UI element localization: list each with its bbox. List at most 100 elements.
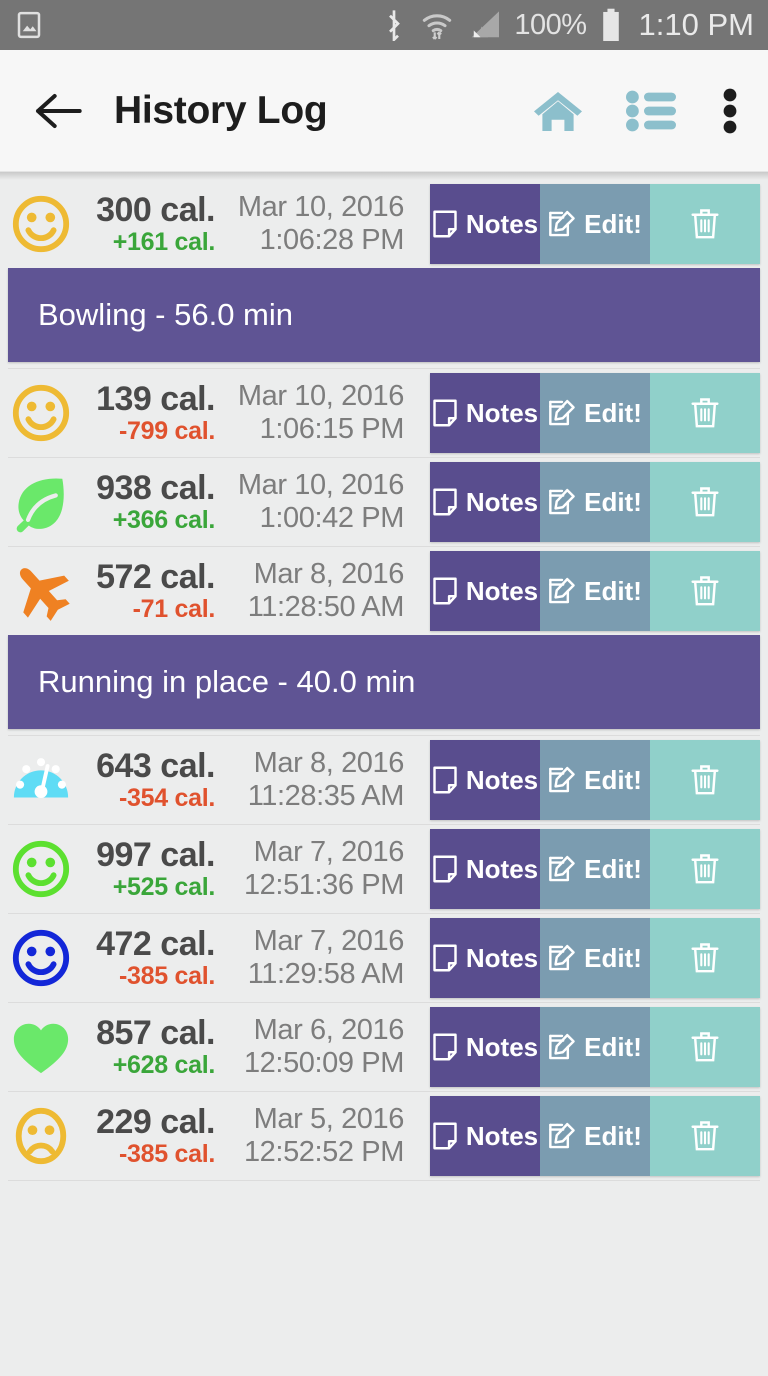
calorie-delta: -385 cal.	[119, 961, 215, 990]
calorie-total: 938 cal.	[96, 468, 215, 507]
entry-actions: Notes Edit!	[430, 829, 760, 909]
activity-banner-wrap: Running in place - 40.0 min	[0, 635, 768, 735]
smiley-face-icon	[10, 838, 72, 900]
edit-button[interactable]: Edit!	[540, 462, 650, 542]
history-entry[interactable]: 139 cal. -799 cal. Mar 10, 2016 1:06:15 …	[0, 369, 768, 458]
note-icon	[432, 855, 458, 883]
delete-button[interactable]	[650, 462, 760, 542]
calorie-delta: -71 cal.	[132, 594, 216, 623]
entry-row[interactable]: 857 cal. +628 cal. Mar 6, 2016 12:50:09 …	[0, 1003, 768, 1091]
edit-button[interactable]: Edit!	[540, 551, 650, 631]
datetime-cell: Mar 8, 2016 11:28:35 AM	[217, 747, 430, 812]
edit-button[interactable]: Edit!	[540, 918, 650, 998]
notes-button[interactable]: Notes	[430, 184, 540, 264]
trash-icon	[691, 853, 719, 885]
notes-button-label: Notes	[465, 853, 539, 884]
calorie-cell: 997 cal. +525 cal.	[82, 838, 217, 900]
entry-row[interactable]: 139 cal. -799 cal. Mar 10, 2016 1:06:15 …	[0, 369, 768, 457]
entry-date: Mar 10, 2016	[237, 191, 404, 224]
entry-row[interactable]: 300 cal. +161 cal. Mar 10, 2016 1:06:28 …	[0, 180, 768, 268]
smiley-face-icon	[10, 927, 72, 989]
delete-button[interactable]	[650, 373, 760, 453]
entry-row[interactable]: 643 cal. -354 cal. Mar 8, 2016 11:28:35 …	[0, 736, 768, 824]
edit-button[interactable]: Edit!	[540, 1096, 650, 1176]
activity-banner[interactable]: Running in place - 40.0 min	[8, 635, 760, 729]
calorie-cell: 572 cal. -71 cal.	[82, 560, 217, 622]
notes-button[interactable]: Notes	[430, 1096, 540, 1176]
entry-actions: Notes Edit!	[430, 184, 760, 264]
notes-button[interactable]: Notes	[430, 373, 540, 453]
smiley-face-icon	[10, 382, 72, 444]
entry-row[interactable]: 938 cal. +366 cal. Mar 10, 2016 1:00:42 …	[0, 458, 768, 546]
edit-button[interactable]: Edit!	[540, 373, 650, 453]
edit-button[interactable]: Edit!	[540, 740, 650, 820]
history-entry[interactable]: 472 cal. -385 cal. Mar 7, 2016 11:29:58 …	[0, 914, 768, 1003]
app-bar: History Log	[0, 50, 768, 172]
entry-date: Mar 8, 2016	[253, 558, 405, 591]
pencil-square-icon	[548, 766, 576, 794]
pencil-square-icon	[548, 855, 576, 883]
entry-actions: Notes Edit!	[430, 551, 760, 631]
calorie-cell: 472 cal. -385 cal.	[82, 927, 217, 989]
calorie-delta: -385 cal.	[119, 1139, 215, 1168]
delete-button[interactable]	[650, 829, 760, 909]
delete-button[interactable]	[650, 740, 760, 820]
trash-icon	[691, 764, 719, 796]
datetime-cell: Mar 6, 2016 12:50:09 PM	[217, 1014, 430, 1079]
notes-button[interactable]: Notes	[430, 462, 540, 542]
notes-button[interactable]: Notes	[430, 918, 540, 998]
edit-button-label: Edit!	[584, 1120, 642, 1151]
bluetooth-icon	[381, 9, 407, 41]
edit-button-label: Edit!	[584, 764, 642, 795]
entry-row[interactable]: 229 cal. -385 cal. Mar 5, 2016 12:52:52 …	[0, 1092, 768, 1180]
calorie-total: 229 cal.	[96, 1102, 215, 1141]
home-icon	[532, 87, 584, 135]
entry-date: Mar 7, 2016	[253, 836, 405, 869]
delete-button[interactable]	[650, 184, 760, 264]
status-bar-right: 100% 1:10 PM	[381, 7, 754, 43]
app-bar-shadow	[0, 172, 768, 180]
list-view-button[interactable]	[626, 89, 678, 133]
edit-button[interactable]: Edit!	[540, 184, 650, 264]
edit-button[interactable]: Edit!	[540, 1007, 650, 1087]
delete-button[interactable]	[650, 1096, 760, 1176]
notes-button[interactable]: Notes	[430, 829, 540, 909]
history-entry[interactable]: 643 cal. -354 cal. Mar 8, 2016 11:28:35 …	[0, 736, 768, 825]
history-entry[interactable]: 997 cal. +525 cal. Mar 7, 2016 12:51:36 …	[0, 825, 768, 914]
leaf-icon	[10, 471, 72, 533]
history-entry[interactable]: 300 cal. +161 cal. Mar 10, 2016 1:06:28 …	[0, 180, 768, 369]
history-entry[interactable]: 857 cal. +628 cal. Mar 6, 2016 12:50:09 …	[0, 1003, 768, 1092]
entry-actions: Notes Edit!	[430, 462, 760, 542]
calorie-cell: 300 cal. +161 cal.	[82, 193, 217, 255]
delete-button[interactable]	[650, 551, 760, 631]
entry-row[interactable]: 472 cal. -385 cal. Mar 7, 2016 11:29:58 …	[0, 914, 768, 1002]
notes-button[interactable]: Notes	[430, 551, 540, 631]
entry-time: 12:50:09 PM	[243, 1046, 404, 1079]
history-entry[interactable]: 938 cal. +366 cal. Mar 10, 2016 1:00:42 …	[0, 458, 768, 547]
notes-button[interactable]: Notes	[430, 1007, 540, 1087]
entry-actions: Notes Edit!	[430, 1096, 760, 1176]
calorie-delta: -354 cal.	[119, 783, 215, 812]
overflow-menu-button[interactable]	[720, 87, 740, 135]
calorie-delta: -799 cal.	[119, 416, 215, 445]
history-entry[interactable]: 229 cal. -385 cal. Mar 5, 2016 12:52:52 …	[0, 1092, 768, 1181]
note-icon	[432, 399, 458, 427]
delete-button[interactable]	[650, 918, 760, 998]
entry-time: 1:00:42 PM	[259, 501, 405, 534]
edit-button[interactable]: Edit!	[540, 829, 650, 909]
datetime-cell: Mar 8, 2016 11:28:50 AM	[217, 558, 430, 623]
delete-button[interactable]	[650, 1007, 760, 1087]
home-button[interactable]	[532, 87, 584, 135]
entry-row[interactable]: 997 cal. +525 cal. Mar 7, 2016 12:51:36 …	[0, 825, 768, 913]
trash-icon	[691, 397, 719, 429]
entry-row[interactable]: 572 cal. -71 cal. Mar 8, 2016 11:28:50 A…	[0, 547, 768, 635]
datetime-cell: Mar 10, 2016 1:06:28 PM	[217, 191, 430, 256]
entry-time: 12:52:52 PM	[243, 1135, 404, 1168]
activity-banner[interactable]: Bowling - 56.0 min	[8, 268, 760, 362]
history-log-list[interactable]: 300 cal. +161 cal. Mar 10, 2016 1:06:28 …	[0, 180, 768, 1181]
notes-button[interactable]: Notes	[430, 740, 540, 820]
back-button[interactable]	[30, 83, 86, 139]
photo-icon	[14, 10, 44, 40]
history-entry[interactable]: 572 cal. -71 cal. Mar 8, 2016 11:28:50 A…	[0, 547, 768, 736]
trash-icon	[691, 486, 719, 518]
